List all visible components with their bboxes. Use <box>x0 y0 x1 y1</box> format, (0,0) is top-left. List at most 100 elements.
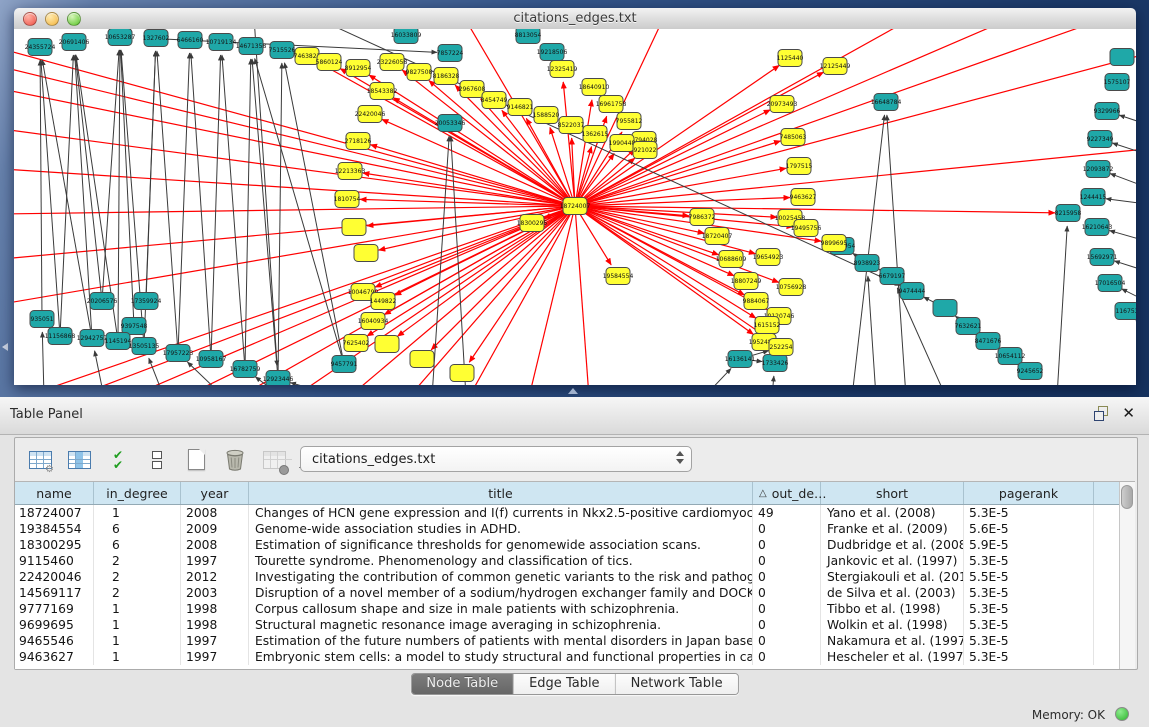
graph-node[interactable] <box>1110 49 1134 66</box>
graph-edge[interactable] <box>75 55 102 301</box>
graph-edge[interactable] <box>1109 231 1136 241</box>
graph-node[interactable]: 18640910 <box>579 79 610 96</box>
table-cell[interactable]: 5.9E-5 <box>964 537 1094 553</box>
table-cell[interactable]: 0 <box>753 537 821 553</box>
graph-edge[interactable] <box>14 206 575 259</box>
graph-node[interactable]: 12942757 <box>77 330 108 347</box>
graph-node[interactable]: 9227349 <box>1087 131 1114 148</box>
graph-edge[interactable] <box>1114 261 1136 271</box>
column-header-out_de[interactable]: △out_de… <box>753 482 821 504</box>
table-cell[interactable]: 0 <box>753 633 821 649</box>
graph-edge[interactable] <box>575 54 1136 206</box>
graph-node[interactable]: 16648784 <box>871 94 902 111</box>
table-row[interactable]: 977716911998Corpus callosum shape and si… <box>15 601 1119 617</box>
graph-node[interactable]: 10654112 <box>995 348 1026 365</box>
graph-node[interactable]: 1145194 <box>105 333 132 350</box>
table-cell[interactable]: Wolkin et al. (1998) <box>821 617 964 633</box>
graph-edge[interactable] <box>222 55 245 369</box>
graph-node[interactable]: 1615152 <box>754 317 781 334</box>
graph-node[interactable]: 8454749 <box>481 92 508 109</box>
graph-edge[interactable] <box>575 206 589 385</box>
table-cell[interactable]: 5.3E-5 <box>964 553 1094 569</box>
graph-node[interactable]: 8522037 <box>558 117 585 134</box>
graph-node[interactable] <box>342 219 366 236</box>
table-cell[interactable]: de Silva et al. (2003) <box>821 585 964 601</box>
graph-node[interactable]: 12093872 <box>1083 161 1114 178</box>
graph-node[interactable]: 8471676 <box>975 333 1002 350</box>
graph-node[interactable]: 935051 <box>30 311 54 328</box>
row-height-icon[interactable] <box>144 447 170 473</box>
select-rows-icon[interactable]: ✔✔ <box>105 447 131 473</box>
graph-node[interactable] <box>933 300 957 317</box>
graph-edge[interactable] <box>1057 226 1067 385</box>
graph-node[interactable]: 23226058 <box>377 54 408 71</box>
graph-edge[interactable] <box>868 276 876 385</box>
graph-node[interactable]: 8215958 <box>1055 205 1082 222</box>
table-cell[interactable]: 5.5E-5 <box>964 569 1094 585</box>
table-cell[interactable]: 1 <box>94 505 181 521</box>
table-cell[interactable]: 5.3E-5 <box>964 633 1094 649</box>
column-header-title[interactable]: title <box>249 482 753 504</box>
graph-edge[interactable] <box>14 49 575 206</box>
graph-edge[interactable] <box>245 59 251 369</box>
table-cell[interactable]: 18300295 <box>15 537 94 553</box>
graph-node[interactable]: 17359924 <box>131 293 162 310</box>
table-cell[interactable]: 0 <box>753 649 821 665</box>
table-row[interactable]: 2242004622012Investigating the contribut… <box>15 569 1119 585</box>
table-cell[interactable]: 9465546 <box>15 633 94 649</box>
column-header-in_degree[interactable]: in_degree <box>94 482 181 504</box>
graph-node[interactable]: 8813054 <box>515 29 542 44</box>
graph-node[interactable]: 1810754 <box>334 191 361 208</box>
graph-node[interactable] <box>410 351 434 368</box>
tab-node-table[interactable]: Node Table <box>411 674 514 694</box>
table-cell[interactable]: 1 <box>94 633 181 649</box>
hidden-panel-arrow-icon[interactable] <box>2 343 8 351</box>
graph-node[interactable]: 16782759 <box>230 361 261 378</box>
table-cell[interactable]: 2 <box>94 553 181 569</box>
graph-node[interactable]: 22420046 <box>355 106 386 123</box>
graph-node[interactable]: 20053346 <box>435 115 466 132</box>
graph-edge[interactable] <box>852 115 885 385</box>
graph-node[interactable]: 1990448 <box>609 135 636 152</box>
graph-edge[interactable] <box>375 206 575 287</box>
table-row[interactable]: 911546021997Tourette syndrome. Phenomeno… <box>15 553 1119 569</box>
graph-node[interactable]: 7632621 <box>955 318 982 335</box>
graph-node[interactable]: 18300295 <box>517 215 548 232</box>
graph-node[interactable]: 9899695 <box>821 235 848 252</box>
table-cell[interactable]: 5.6E-5 <box>964 521 1094 537</box>
graph-node[interactable]: 1449822 <box>370 293 397 310</box>
graph-node[interactable]: 7955812 <box>616 113 643 130</box>
graph-edge[interactable] <box>575 198 790 206</box>
graph-edge[interactable] <box>1122 289 1136 301</box>
table-cell[interactable]: 0 <box>753 521 821 537</box>
graph-node[interactable]: 2967608 <box>459 81 486 98</box>
table-cell[interactable]: 1997 <box>181 649 249 665</box>
graph-node[interactable]: 7986372 <box>689 209 716 226</box>
table-cell[interactable]: 1 <box>94 601 181 617</box>
graph-node[interactable]: 16033809 <box>391 29 422 44</box>
table-cell[interactable]: 49 <box>753 505 821 521</box>
graph-node[interactable]: 18724007 <box>560 198 591 215</box>
graph-node[interactable]: 20691406 <box>59 34 90 51</box>
graph-node[interactable]: 8912954 <box>345 60 372 77</box>
table-cell[interactable]: 5.3E-5 <box>964 505 1094 521</box>
table-cell[interactable]: 14569117 <box>15 585 94 601</box>
table-cell[interactable]: 19384554 <box>15 521 94 537</box>
table-cell[interactable]: Embryonic stem cells: a model to study s… <box>249 649 753 665</box>
graph-node[interactable]: 18807249 <box>731 273 762 290</box>
graph-edge[interactable] <box>14 67 575 206</box>
graph-edge[interactable] <box>14 206 575 304</box>
table-cell[interactable]: Dudbridge et al. (2008) <box>821 537 964 553</box>
graph-node[interactable]: 252254 <box>769 339 793 356</box>
graph-node[interactable]: 1588520 <box>533 107 560 124</box>
graph-node[interactable]: 19218506 <box>537 44 568 61</box>
graph-node[interactable]: 8938923 <box>854 255 881 272</box>
table-row[interactable]: 1938455462009Genome-wide association stu… <box>15 521 1119 537</box>
table-cell[interactable]: Structural magnetic resonance image aver… <box>249 617 753 633</box>
table-row[interactable]: 1872400712008Changes of HCN gene express… <box>15 505 1119 521</box>
table-cell[interactable]: 1998 <box>181 617 249 633</box>
graph-node[interactable]: 12213363 <box>335 163 366 180</box>
graph-edge[interactable] <box>431 206 575 350</box>
table-cell[interactable]: 1 <box>94 617 181 633</box>
graph-node[interactable]: 12325419 <box>547 61 578 78</box>
